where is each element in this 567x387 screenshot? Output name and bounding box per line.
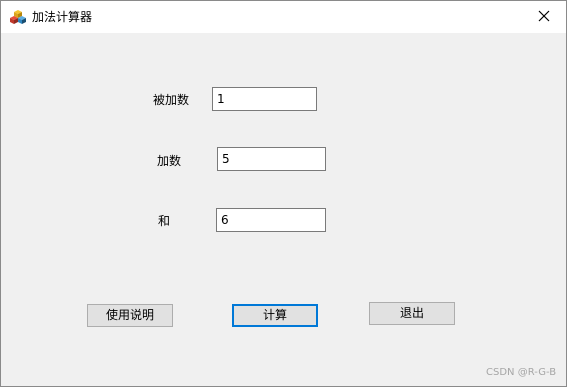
addend2-input[interactable] xyxy=(217,147,326,171)
window-title: 加法计算器 xyxy=(32,10,93,24)
sum-output[interactable] xyxy=(216,208,326,232)
addend1-label: 被加数 xyxy=(153,93,190,107)
sum-label: 和 xyxy=(158,214,171,228)
calculator-window: 加法计算器 被加数 加数 和 使用说明 计算 退出 CSDN @R-G-B xyxy=(0,0,567,387)
calculate-button[interactable]: 计算 xyxy=(232,304,318,327)
close-button[interactable] xyxy=(521,1,566,33)
close-icon xyxy=(538,10,550,25)
exit-button[interactable]: 退出 xyxy=(369,302,455,325)
addend2-label: 加数 xyxy=(157,154,182,168)
addend1-input[interactable] xyxy=(212,87,317,111)
watermark: CSDN @R-G-B xyxy=(486,367,557,378)
app-icon xyxy=(10,9,26,25)
help-button[interactable]: 使用说明 xyxy=(87,304,173,327)
title-bar[interactable]: 加法计算器 xyxy=(1,1,566,33)
